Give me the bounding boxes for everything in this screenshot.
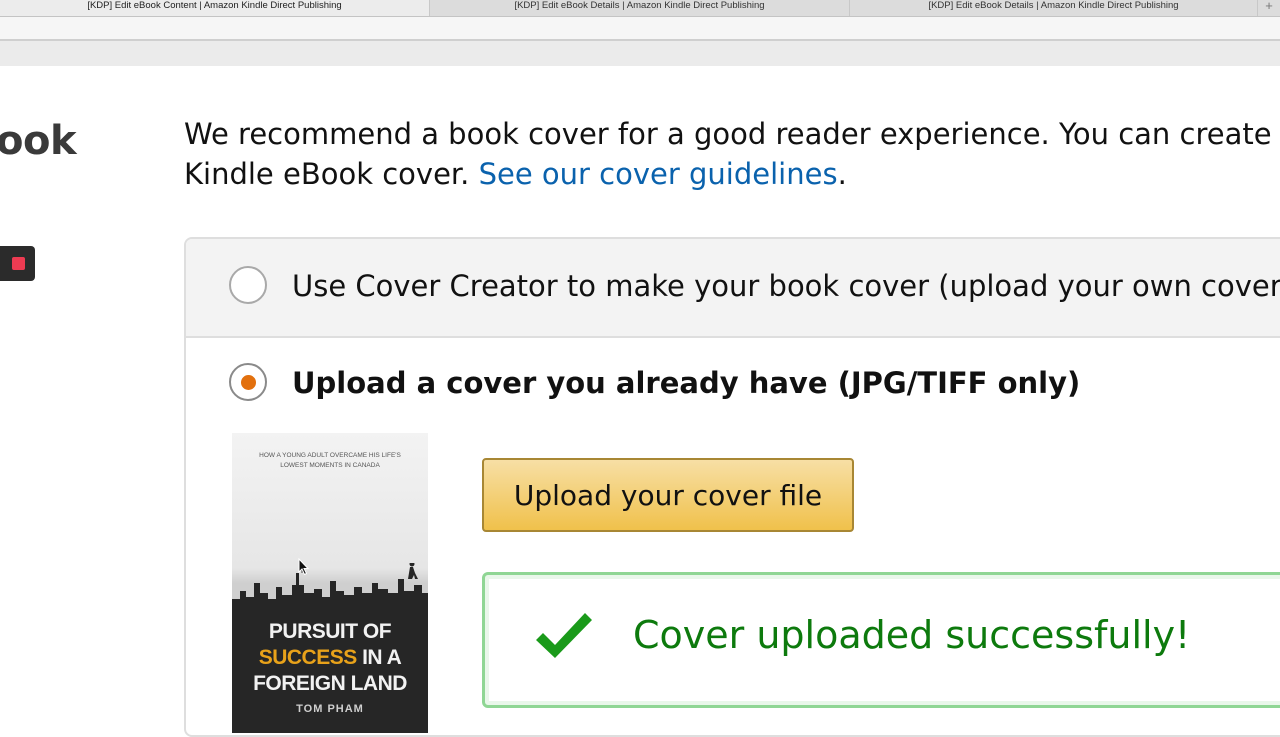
cover-intro-text: We recommend a book cover for a good rea…: [184, 114, 1280, 194]
mouse-cursor-icon: [298, 558, 310, 576]
record-stop-icon: [12, 257, 25, 270]
cover-title-line-1: PURSUIT OF: [268, 620, 392, 643]
upload-cover-radio[interactable]: [229, 363, 267, 401]
intro-line-2-text: Kindle eBook cover.: [184, 157, 479, 191]
intro-line-2: Kindle eBook cover. See our cover guidel…: [184, 154, 1280, 194]
upload-success-box: Cover uploaded successfully!: [482, 572, 1280, 708]
browser-tab-edit-content[interactable]: [KDP] Edit eBook Content | Amazon Kindle…: [0, 0, 430, 16]
cover-title-line-2: SUCCESS IN A: [232, 645, 428, 671]
radio-selected-dot: [241, 375, 256, 390]
cover-creator-option[interactable]: Use Cover Creator to make your book cove…: [186, 239, 1280, 338]
cover-author: TOM PHAM: [296, 703, 364, 715]
cover-creator-radio[interactable]: [229, 266, 267, 304]
cover-tagline: HOW A YOUNG ADULT OVERCAME HIS LIFE'S LO…: [242, 451, 418, 471]
record-button[interactable]: [0, 246, 35, 281]
page-subheader: [0, 41, 1280, 66]
checkmark-icon: [536, 613, 592, 658]
browser-tab-bar: [KDP] Edit eBook Content | Amazon Kindle…: [0, 0, 1280, 17]
intro-line-1: We recommend a book cover for a good rea…: [184, 117, 1280, 151]
browser-toolbar: [0, 17, 1280, 41]
cover-tagline-line-1: HOW A YOUNG ADULT OVERCAME HIS LIFE'S: [259, 452, 401, 459]
browser-tab-edit-details-2[interactable]: [KDP] Edit eBook Details | Amazon Kindle…: [850, 0, 1258, 16]
cover-title-highlight: SUCCESS: [258, 646, 358, 669]
cover-tagline-line-2: LOWEST MOMENTS IN CANADA: [280, 462, 380, 469]
cover-title-line-2-rest: IN A: [356, 646, 402, 669]
cover-options-panel: Use Cover Creator to make your book cove…: [184, 237, 1280, 737]
section-heading: ook: [0, 118, 77, 164]
browser-tab-edit-details-1[interactable]: [KDP] Edit eBook Details | Amazon Kindle…: [430, 0, 850, 16]
upload-cover-file-button[interactable]: Upload your cover file: [482, 458, 854, 532]
cover-title: PURSUIT OF SUCCESS IN A FOREIGN LAND: [232, 619, 428, 697]
cover-title-line-3: FOREIGN LAND: [253, 672, 407, 695]
cover-guidelines-link[interactable]: See our cover guidelines: [479, 157, 838, 191]
new-tab-button[interactable]: +: [1258, 0, 1280, 16]
book-cover-preview: HOW A YOUNG ADULT OVERCAME HIS LIFE'S LO…: [232, 433, 428, 733]
upload-cover-label[interactable]: Upload a cover you already have (JPG/TIF…: [292, 366, 1080, 400]
intro-period: .: [837, 157, 847, 191]
upload-success-message: Cover uploaded successfully!: [633, 613, 1191, 657]
cover-creator-label[interactable]: Use Cover Creator to make your book cove…: [292, 269, 1280, 303]
